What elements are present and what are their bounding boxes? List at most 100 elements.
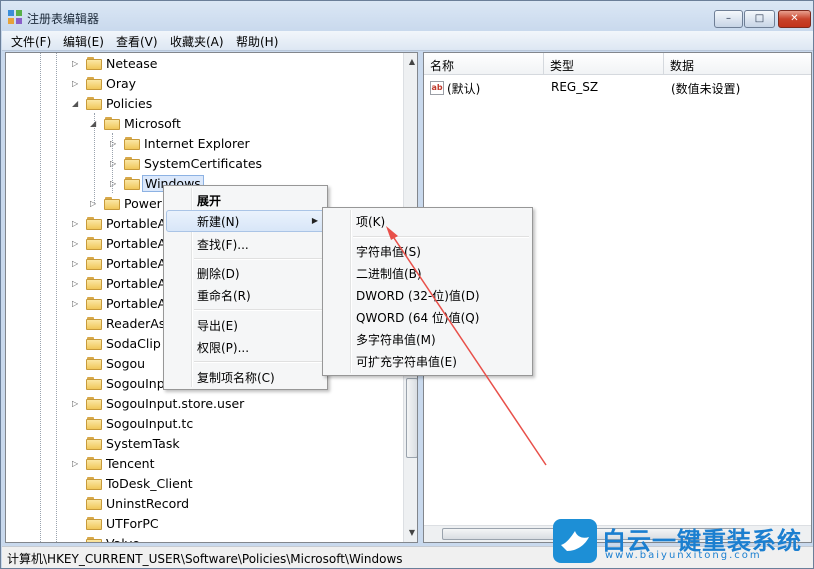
menu-help[interactable]: 帮助(H) <box>236 33 278 50</box>
tree-expander-icon[interactable] <box>72 438 81 449</box>
tree-item[interactable]: SystemTask <box>6 434 401 454</box>
tree-item-label[interactable]: UninstRecord <box>104 495 191 512</box>
submenu-separator <box>353 236 529 238</box>
tree-item[interactable]: ▷ SystemCertificates <box>6 154 401 174</box>
tree-item[interactable]: ▷ Netease <box>6 54 401 74</box>
tree-item-label[interactable]: SogouInput.store.user <box>104 395 246 412</box>
tree-expander-icon[interactable] <box>72 318 81 329</box>
tree-item-label[interactable]: Oray <box>104 75 138 92</box>
menu-file[interactable]: 文件(F) <box>11 33 51 50</box>
maximize-button[interactable]: □ <box>744 10 775 28</box>
scroll-down-arrow-icon[interactable]: ▼ <box>404 525 417 541</box>
menu-edit[interactable]: 编辑(E) <box>63 33 104 50</box>
tree-item-label[interactable]: SystemCertificates <box>142 155 264 172</box>
tree-expander-icon[interactable] <box>72 538 81 542</box>
submenu-key[interactable]: 项(K) <box>325 210 530 232</box>
ctx-permissions[interactable]: 权限(P)... <box>166 336 325 358</box>
tree-item-label[interactable]: UTForPC <box>104 515 161 532</box>
tree-item[interactable]: SogouInput.tc <box>6 414 401 434</box>
submenu-binary-value[interactable]: 二进制值(B) <box>325 262 530 284</box>
context-menu: 展开 新建(N) ▶ 查找(F)... 删除(D) 重命名(R) 导出(E) 权… <box>163 185 328 390</box>
ctx-export[interactable]: 导出(E) <box>166 314 325 336</box>
tree-item-label[interactable]: Netease <box>104 55 160 72</box>
ctx-new[interactable]: 新建(N) ▶ <box>166 210 325 232</box>
ctx-expand[interactable]: 展开 <box>166 189 325 211</box>
tree-item[interactable]: ▷ Tencent <box>6 454 401 474</box>
watermark-bird-logo <box>553 519 597 563</box>
tree-expander-icon[interactable]: ▷ <box>72 398 81 409</box>
close-button[interactable]: ✕ <box>778 10 811 28</box>
tree-item-label[interactable]: Microsoft <box>122 115 183 132</box>
tree-expander-icon[interactable]: ▷ <box>72 238 81 249</box>
tree-expander-icon[interactable]: ▷ <box>72 298 81 309</box>
tree-item-label[interactable]: SogouInput.tc <box>104 415 195 432</box>
tree-item-label[interactable]: Internet Explorer <box>142 135 252 152</box>
submenu-dword-value[interactable]: DWORD (32-位)值(D) <box>325 284 530 306</box>
column-header-data[interactable]: 数据 <box>664 53 811 75</box>
folder-icon <box>124 176 140 190</box>
tree-expander-icon[interactable] <box>72 498 81 509</box>
tree-item-label[interactable]: Power <box>122 195 164 212</box>
tree-expander-icon[interactable]: ◢ <box>90 118 99 129</box>
tree-item-label[interactable]: SystemTask <box>104 435 182 452</box>
scroll-up-arrow-icon[interactable]: ▲ <box>404 54 417 70</box>
tree-expander-icon[interactable] <box>72 478 81 489</box>
tree-item-label[interactable]: Valve <box>104 535 142 542</box>
submenu-string-value[interactable]: 字符串值(S) <box>325 240 530 262</box>
tree-item-label[interactable]: Policies <box>104 95 154 112</box>
menu-view[interactable]: 查看(V) <box>116 33 158 50</box>
tree-expander-icon[interactable]: ▷ <box>110 138 119 149</box>
ctx-separator <box>194 361 324 363</box>
tree-scroll-thumb[interactable] <box>406 378 417 458</box>
tree-expander-icon[interactable]: ▷ <box>72 218 81 229</box>
tree-expander-icon[interactable]: ▷ <box>110 178 119 189</box>
tree-item-label[interactable]: PortableA <box>104 235 168 252</box>
tree-item-label[interactable]: SodaClip <box>104 335 163 352</box>
minimize-button[interactable]: – <box>714 10 743 28</box>
tree-item-label[interactable]: PortableA <box>104 275 168 292</box>
ctx-rename[interactable]: 重命名(R) <box>166 284 325 306</box>
submenu-expandable-string-value[interactable]: 可扩充字符串值(E) <box>325 350 530 372</box>
tree-item-label[interactable]: ReaderAs <box>104 315 167 332</box>
tree-expander-icon[interactable] <box>72 418 81 429</box>
tree-item[interactable]: ▷ Internet Explorer <box>6 134 401 154</box>
tree-item[interactable]: Valve <box>6 534 401 542</box>
tree-item-label[interactable]: Tencent <box>104 455 157 472</box>
tree-item-label[interactable]: PortableA <box>104 255 168 272</box>
menu-favorites[interactable]: 收藏夹(A) <box>170 33 224 50</box>
tree-item[interactable]: UTForPC <box>6 514 401 534</box>
tree-item-label[interactable]: PortableA <box>104 215 168 232</box>
tree-expander-icon[interactable] <box>72 378 81 389</box>
tree-expander-icon[interactable]: ▷ <box>90 198 99 209</box>
tree-expander-icon[interactable]: ▷ <box>72 258 81 269</box>
tree-expander-icon[interactable]: ▷ <box>110 158 119 169</box>
tree-expander-icon[interactable]: ▷ <box>72 78 81 89</box>
tree-item[interactable]: ▷ SogouInput.store.user <box>6 394 401 414</box>
submenu-multi-string-value[interactable]: 多字符串值(M) <box>325 328 530 350</box>
tree-expander-icon[interactable]: ◢ <box>72 98 81 109</box>
ctx-copy-key-name[interactable]: 复制项名称(C) <box>166 366 325 388</box>
tree-expander-icon[interactable] <box>72 358 81 369</box>
value-data-cell[interactable]: (数值未设置) <box>671 80 740 97</box>
tree-item-label[interactable]: Sogou <box>104 355 147 372</box>
value-type-cell[interactable]: REG_SZ <box>551 80 598 94</box>
tree-expander-icon[interactable] <box>72 518 81 529</box>
tree-expander-icon[interactable] <box>72 338 81 349</box>
tree-expander-icon[interactable]: ▷ <box>72 278 81 289</box>
folder-icon <box>124 156 140 170</box>
tree-item-label[interactable]: ToDesk_Client <box>104 475 195 492</box>
tree-item[interactable]: ◢ Microsoft <box>6 114 401 134</box>
ctx-find[interactable]: 查找(F)... <box>166 233 325 255</box>
ctx-delete[interactable]: 删除(D) <box>166 262 325 284</box>
tree-item[interactable]: ▷ Oray <box>6 74 401 94</box>
column-header-type[interactable]: 类型 <box>544 53 664 75</box>
column-header-name[interactable]: 名称 <box>424 53 544 75</box>
submenu-qword-value[interactable]: QWORD (64 位)值(Q) <box>325 306 530 328</box>
tree-expander-icon[interactable]: ▷ <box>72 458 81 469</box>
tree-item[interactable]: ToDesk_Client <box>6 474 401 494</box>
value-name-cell[interactable]: (默认) <box>447 80 480 97</box>
tree-item[interactable]: UninstRecord <box>6 494 401 514</box>
tree-item[interactable]: ◢ Policies <box>6 94 401 114</box>
tree-expander-icon[interactable]: ▷ <box>72 58 81 69</box>
tree-item-label[interactable]: PortableA <box>104 295 168 312</box>
